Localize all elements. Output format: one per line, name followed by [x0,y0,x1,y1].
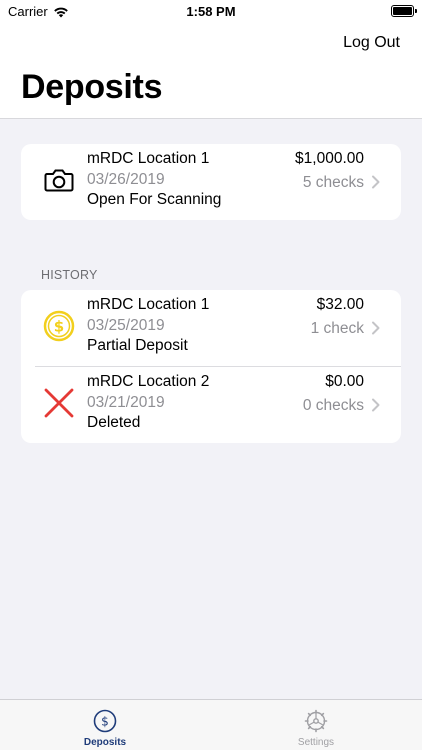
history-card: $ mRDC Location 1 03/25/2019 Partial Dep… [21,290,401,443]
deposit-row-open[interactable]: mRDC Location 1 03/26/2019 Open For Scan… [21,144,401,220]
svg-text:$: $ [101,715,109,729]
chevron-right-icon [372,321,380,335]
battery-indicator [391,5,417,17]
page-title: Deposits [21,68,163,106]
history-row[interactable]: $ mRDC Location 1 03/25/2019 Partial Dep… [21,290,401,366]
deposit-date: 03/25/2019 [87,317,165,334]
battery-icon [391,5,417,17]
deposit-date: 03/21/2019 [87,394,165,411]
tab-settings-label: Settings [297,737,335,748]
tab-deposits-label: Deposits [83,737,127,748]
svg-text:$: $ [54,318,64,336]
deposit-location: mRDC Location 1 [87,150,210,167]
navigation-header: Carrier 1:58 PM Log Out Deposits [0,0,422,119]
history-row[interactable]: mRDC Location 2 03/21/2019 Deleted $0.00… [21,367,401,443]
deposit-status: Open For Scanning [87,191,222,208]
deposit-location: mRDC Location 1 [87,296,210,313]
deposit-location: mRDC Location 2 [87,373,210,390]
deposit-amount: $32.00 [316,296,364,313]
chevron-right-icon [372,398,380,412]
dollar-coin-icon: $ [43,310,75,342]
tab-settings[interactable]: Settings [266,709,366,748]
deposit-date: 03/26/2019 [87,171,165,188]
deposit-check-count: 0 checks [302,397,364,414]
deposit-amount: $1,000.00 [295,150,364,167]
deposit-status: Partial Deposit [87,337,188,354]
chevron-right-icon [372,175,380,189]
clock: 1:58 PM [186,4,236,19]
deposit-check-count: 1 check [310,320,364,337]
tab-bar: $ Deposits Settings [0,699,422,750]
x-mark-icon [44,388,74,418]
tab-deposits[interactable]: $ Deposits [55,709,155,748]
dollar-circle-icon: $ [93,709,117,733]
open-deposit-card: mRDC Location 1 03/26/2019 Open For Scan… [21,144,401,220]
deposit-status: Deleted [87,414,141,431]
status-bar: Carrier 1:58 PM [0,0,422,24]
deposit-check-count: 5 checks [302,174,364,191]
log-out-button[interactable]: Log Out [343,34,400,52]
history-section-header: HISTORY [41,268,98,282]
deposit-amount: $0.00 [325,373,364,390]
gear-icon [304,709,328,733]
camera-icon [44,169,74,192]
